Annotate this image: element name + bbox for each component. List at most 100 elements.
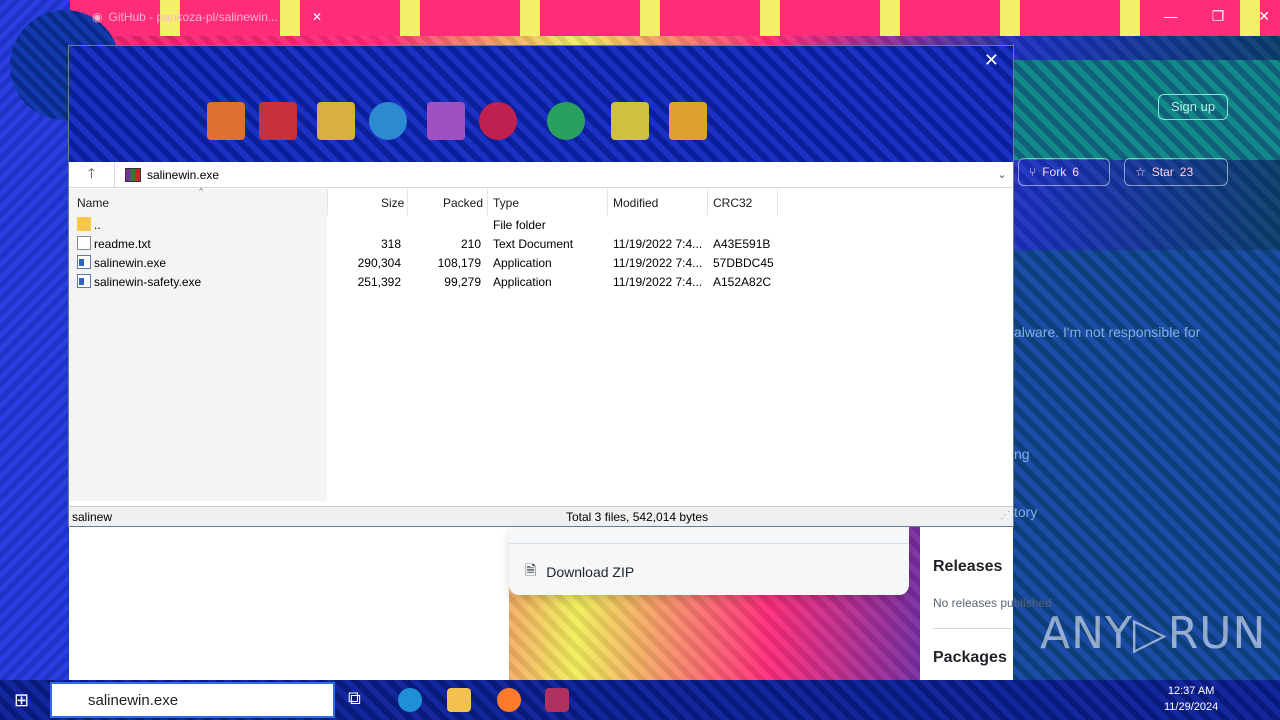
file-type: File folder xyxy=(493,218,546,232)
file-list: Name ^ Size Packed Type Modified CRC32 .… xyxy=(69,186,1013,501)
address-path: salinewin.exe xyxy=(147,167,220,182)
winrar-toolbar: ✕ xyxy=(69,46,1013,162)
view-icon[interactable] xyxy=(369,102,407,140)
file-size: 318 xyxy=(380,237,401,251)
file-type: Application xyxy=(493,275,552,289)
folder-icon xyxy=(77,217,91,231)
file-name: readme.txt xyxy=(94,237,151,251)
close-browser-button[interactable]: ✕ xyxy=(1258,8,1270,25)
winrar-taskbar-icon[interactable] xyxy=(545,688,569,712)
edge-icon[interactable] xyxy=(398,688,422,712)
table-row[interactable]: .. File folder xyxy=(69,215,1013,234)
status-total: Total 3 files, 542,014 bytes xyxy=(566,510,709,524)
minimize-button[interactable]: — xyxy=(1164,8,1178,25)
chevron-down-icon[interactable]: ⌄ xyxy=(991,168,1013,181)
find-icon[interactable] xyxy=(479,102,517,140)
wizard-icon[interactable] xyxy=(547,102,585,140)
tab-close-icon[interactable]: ✕ xyxy=(312,10,322,24)
column-divider xyxy=(607,189,608,215)
add-icon[interactable] xyxy=(207,102,245,140)
fork-icon: ⑂ xyxy=(1029,165,1037,179)
browser-tab[interactable]: ◉ GitHub - pankoza-pl/salinewin... ✕ xyxy=(92,6,322,28)
column-divider xyxy=(707,189,708,215)
column-header-size[interactable]: Size xyxy=(381,196,404,210)
column-divider xyxy=(327,189,328,215)
file-crc: A43E591B xyxy=(713,237,771,251)
repair-icon[interactable] xyxy=(669,102,707,140)
file-crc: 57DBDC45 xyxy=(713,256,774,270)
column-header-name[interactable]: Name xyxy=(77,196,109,210)
star-icon: ☆ xyxy=(1135,165,1146,179)
column-divider xyxy=(407,189,408,215)
github-tab-icon: ◉ xyxy=(92,10,103,24)
file-name: salinewin-safety.exe xyxy=(94,275,202,289)
code-dropdown-menu: 🗎 Download ZIP xyxy=(509,527,909,595)
status-selection: salinew xyxy=(72,510,113,524)
text-file-icon xyxy=(77,236,91,250)
taskbar-search-input[interactable]: salinewin.exe xyxy=(50,682,335,718)
task-view-icon[interactable]: ⧉ xyxy=(348,688,372,712)
menu-divider xyxy=(509,543,909,544)
releases-empty-text: No releases published xyxy=(933,596,1052,610)
fork-count: 6 xyxy=(1072,165,1079,179)
file-explorer-icon[interactable] xyxy=(447,688,471,712)
column-header-modified[interactable]: Modified xyxy=(613,196,658,210)
start-icon[interactable]: ⊞ xyxy=(14,690,29,711)
column-header-crc32[interactable]: CRC32 xyxy=(713,196,752,210)
address-bar: 🡑 salinewin.exe ⌄ xyxy=(69,161,1013,188)
file-packed: 210 xyxy=(460,237,481,251)
maximize-button[interactable]: ❐ xyxy=(1212,8,1225,25)
extract-to-icon[interactable] xyxy=(259,102,297,140)
zip-file-icon: 🗎 xyxy=(525,562,537,578)
history-link-fragment[interactable]: tory xyxy=(1014,504,1037,520)
column-divider xyxy=(777,189,778,215)
file-type: Application xyxy=(493,256,552,270)
fork-button[interactable]: ⑂ Fork 6 xyxy=(1018,158,1110,186)
search-text: salinewin.exe xyxy=(88,691,179,709)
delete-icon[interactable] xyxy=(427,102,465,140)
download-zip-item[interactable]: 🗎 Download ZIP xyxy=(525,560,634,584)
file-packed: 108,179 xyxy=(437,256,481,270)
column-divider xyxy=(487,189,488,215)
file-packed: 99,279 xyxy=(444,275,481,289)
clock-time: 12:37 AM xyxy=(1167,685,1215,697)
test-icon[interactable] xyxy=(317,102,355,140)
readme-link-fragment[interactable]: ng xyxy=(1014,446,1030,462)
file-size: 290,304 xyxy=(357,256,401,270)
column-header-packed[interactable]: Packed xyxy=(443,196,483,210)
star-label: Star xyxy=(1151,165,1174,179)
file-type: Text Document xyxy=(493,237,574,251)
table-row[interactable]: salinewin-safety.exe 251,392 99,279 Appl… xyxy=(69,272,1013,291)
winrar-close-button[interactable]: ✕ xyxy=(984,50,999,71)
releases-heading[interactable]: Releases xyxy=(933,558,1002,576)
system-clock[interactable]: 12:37 AM 11/29/2024 xyxy=(1164,683,1218,715)
sort-asc-icon: ^ xyxy=(199,186,204,196)
resize-grip-icon[interactable]: ⋰ xyxy=(1000,510,1010,521)
file-crc: A152A82C xyxy=(713,275,772,289)
sidebar-divider xyxy=(933,628,1013,629)
file-name: salinewin.exe xyxy=(94,256,167,270)
exe-file-icon xyxy=(77,274,91,288)
file-modified: 11/19/2022 7:4... xyxy=(613,275,703,289)
table-row[interactable]: salinewin.exe 290,304 108,179 Applicatio… xyxy=(69,253,1013,272)
taskbar: ⊞ salinewin.exe ⧉ 12:37 AM 11/29/2024 xyxy=(0,680,1280,720)
file-modified: 11/19/2022 7:4... xyxy=(613,256,703,270)
sign-up-button[interactable]: Sign up xyxy=(1158,94,1228,120)
firefox-icon[interactable] xyxy=(497,688,521,712)
star-count: 23 xyxy=(1179,165,1194,179)
file-modified: 11/19/2022 7:4... xyxy=(613,237,703,251)
anyrun-watermark: ANY▷RUN xyxy=(1040,608,1267,659)
address-field[interactable]: salinewin.exe xyxy=(115,167,991,182)
file-size: 251,392 xyxy=(357,275,401,289)
exe-file-icon xyxy=(77,255,91,269)
download-zip-label: Download ZIP xyxy=(546,564,635,580)
up-one-level-button[interactable]: 🡑 xyxy=(69,161,115,188)
star-button[interactable]: ☆ Star 23 xyxy=(1124,158,1228,186)
column-header-type[interactable]: Type xyxy=(493,196,519,210)
packages-heading[interactable]: Packages xyxy=(933,649,1007,667)
page-background-strip xyxy=(69,527,509,680)
info-icon[interactable] xyxy=(611,102,649,140)
table-row[interactable]: readme.txt 318 210 Text Document 11/19/2… xyxy=(69,234,1013,253)
browser-window-controls: — ❐ ✕ xyxy=(1164,8,1270,25)
glitched-header-background xyxy=(1012,60,1280,160)
